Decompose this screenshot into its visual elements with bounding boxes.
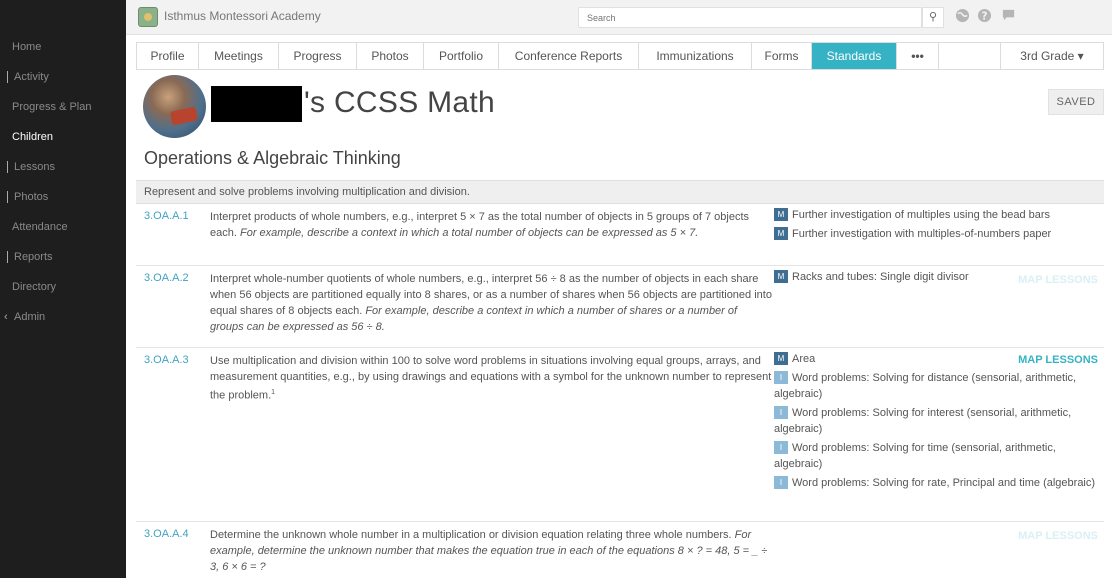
standard-code-link[interactable]: 3.OA.A.2 <box>144 272 189 284</box>
more-tabs-button[interactable]: ••• <box>897 43 939 69</box>
lesson-item[interactable]: M Further investigation of multiples usin… <box>774 207 1102 223</box>
tab-forms[interactable]: Forms <box>752 43 812 69</box>
lesson-type-badge: I <box>774 441 788 454</box>
sidebar-item-label: Lessons <box>14 161 55 173</box>
lesson-label: Racks and tubes: Single digit divisor <box>792 271 969 283</box>
lesson-item[interactable]: I Word problems: Solving for time (sensor… <box>774 440 1102 472</box>
lesson-type-badge: I <box>774 371 788 384</box>
tab-spacer <box>939 43 1001 69</box>
school-logo-icon[interactable] <box>138 7 158 27</box>
map-lessons-button[interactable]: MAP LESSONS <box>1018 530 1098 542</box>
lesson-label: Area <box>792 353 816 365</box>
lesson-list: M Further investigation of multiples usin… <box>774 207 1102 245</box>
sidebar-item-lessons[interactable]: Lessons <box>0 157 126 187</box>
tab-portfolio[interactable]: Portfolio <box>424 43 499 69</box>
help-icon[interactable]: ? <box>976 8 993 25</box>
globe-icon[interactable] <box>954 8 971 25</box>
lesson-label: Word problems: Solving for time (sensori… <box>774 442 1056 470</box>
svg-text:?: ? <box>982 10 988 22</box>
lesson-label: Further investigation with multiples-of-… <box>792 228 1052 240</box>
redacted-name <box>211 86 302 122</box>
lesson-list: M Area I Word problems: Solving for distan… <box>774 351 1102 494</box>
standard-row: 3.OA.A.1 Interpret products of whole num… <box>136 204 1104 266</box>
lesson-item[interactable]: M Further investigation with multiples-of… <box>774 226 1102 242</box>
lesson-label: Word problems: Solving for distance (sen… <box>774 372 1077 400</box>
lesson-type-badge: I <box>774 476 788 489</box>
lesson-label: Word problems: Solving for rate, Princip… <box>792 477 1096 489</box>
sidebar-item-activity[interactable]: Activity <box>0 67 126 97</box>
sidebar-item-label: Attendance <box>12 221 68 233</box>
search-icon[interactable]: ⚲ <box>922 7 944 28</box>
top-bar: Isthmus Montessori Academy ⚲ ? <box>126 0 1112 35</box>
standard-code-link[interactable]: 3.OA.A.3 <box>144 354 189 366</box>
marker <box>7 191 8 203</box>
standard-text: Determine the unknown whole number in a … <box>210 529 732 541</box>
page-title: 's CCSS Math <box>304 86 496 119</box>
standard-row: 3.OA.A.3 Use multiplication and division… <box>136 348 1104 522</box>
lesson-item[interactable]: I Word problems: Solving for distance (se… <box>774 370 1102 402</box>
search-input[interactable] <box>578 7 922 28</box>
lesson-type-badge: M <box>774 270 788 283</box>
tab-bar: Profile Meetings Progress Photos Portfol… <box>136 42 1104 70</box>
sidebar-item-label: Activity <box>14 71 49 83</box>
sidebar-item-label: Directory <box>12 281 57 293</box>
section-title: Operations & Algebraic Thinking <box>144 148 401 168</box>
tab-immunizations[interactable]: Immunizations <box>639 43 752 69</box>
sidebar-item-label: Home <box>12 41 42 53</box>
standard-example: For example, describe a context in which… <box>239 227 699 239</box>
map-lessons-button[interactable]: MAP LESSONS <box>1018 274 1098 286</box>
sidebar-item-label: Admin <box>14 311 46 323</box>
standard-text: Use multiplication and division within 1… <box>210 355 772 402</box>
lesson-item[interactable]: I Word problems: Solving for rate, Princi… <box>774 475 1102 491</box>
sidebar-item-reports[interactable]: Reports <box>0 247 126 277</box>
standard-description: Interpret products of whole numbers, e.g… <box>210 209 772 241</box>
standard-code-link[interactable]: 3.OA.A.4 <box>144 528 189 540</box>
lesson-type-badge: M <box>774 227 788 240</box>
lesson-type-badge: I <box>774 406 788 419</box>
saved-button[interactable]: SAVED <box>1048 89 1104 115</box>
chevron-left-icon: ‹ <box>4 311 8 323</box>
standard-description: Determine the unknown whole number in a … <box>210 527 772 575</box>
sidebar-item-label: Photos <box>14 191 49 203</box>
standard-description: Interpret whole-number quotients of whol… <box>210 271 772 335</box>
standard-code-link[interactable]: 3.OA.A.1 <box>144 210 189 222</box>
marker <box>7 161 8 173</box>
sidebar-item-label: Progress & Plan <box>12 101 92 113</box>
tab-profile[interactable]: Profile <box>137 43 199 69</box>
marker <box>7 251 8 263</box>
lesson-type-badge: M <box>774 352 788 365</box>
sidebar-item-home[interactable]: Home <box>0 37 126 67</box>
sidebar-item-label: Children <box>12 131 53 143</box>
tab-photos[interactable]: Photos <box>357 43 424 69</box>
sidebar-item-progress-plan[interactable]: Progress & Plan <box>0 97 126 127</box>
lesson-label: Word problems: Solving for interest (sen… <box>774 407 1072 435</box>
tab-standards[interactable]: Standards <box>812 43 897 69</box>
grade-dropdown[interactable]: 3rd Grade ▾ <box>1001 43 1103 69</box>
chat-icon[interactable] <box>1000 8 1017 25</box>
tab-conference-reports[interactable]: Conference Reports <box>499 43 639 69</box>
sidebar-item-children[interactable]: Children <box>0 127 126 157</box>
sidebar-item-photos[interactable]: Photos <box>0 187 126 217</box>
footnote-marker: 1 <box>271 389 276 396</box>
map-lessons-button[interactable]: MAP LESSONS <box>1018 354 1098 366</box>
sidebar: Home Activity Progress & Plan Children L… <box>0 0 126 578</box>
lesson-item[interactable]: I Word problems: Solving for interest (se… <box>774 405 1102 437</box>
standard-row: 3.OA.A.2 Interpret whole-number quotient… <box>136 266 1104 348</box>
avatar <box>143 75 206 138</box>
sidebar-item-label: Reports <box>14 251 53 263</box>
tab-progress[interactable]: Progress <box>279 43 357 69</box>
sidebar-item-admin[interactable]: ‹ Admin <box>0 307 126 337</box>
school-name[interactable]: Isthmus Montessori Academy <box>164 9 321 23</box>
sidebar-item-directory[interactable]: Directory <box>0 277 126 307</box>
tab-meetings[interactable]: Meetings <box>199 43 279 69</box>
sidebar-item-attendance[interactable]: Attendance <box>0 217 126 247</box>
standard-description: Use multiplication and division within 1… <box>210 353 772 404</box>
active-marker <box>7 71 8 83</box>
lesson-type-badge: M <box>774 208 788 221</box>
cluster-heading: Represent and solve problems involving m… <box>136 180 1104 204</box>
lesson-label: Further investigation of multiples using… <box>792 209 1051 221</box>
standard-row: 3.OA.A.4 Determine the unknown whole num… <box>136 522 1104 578</box>
